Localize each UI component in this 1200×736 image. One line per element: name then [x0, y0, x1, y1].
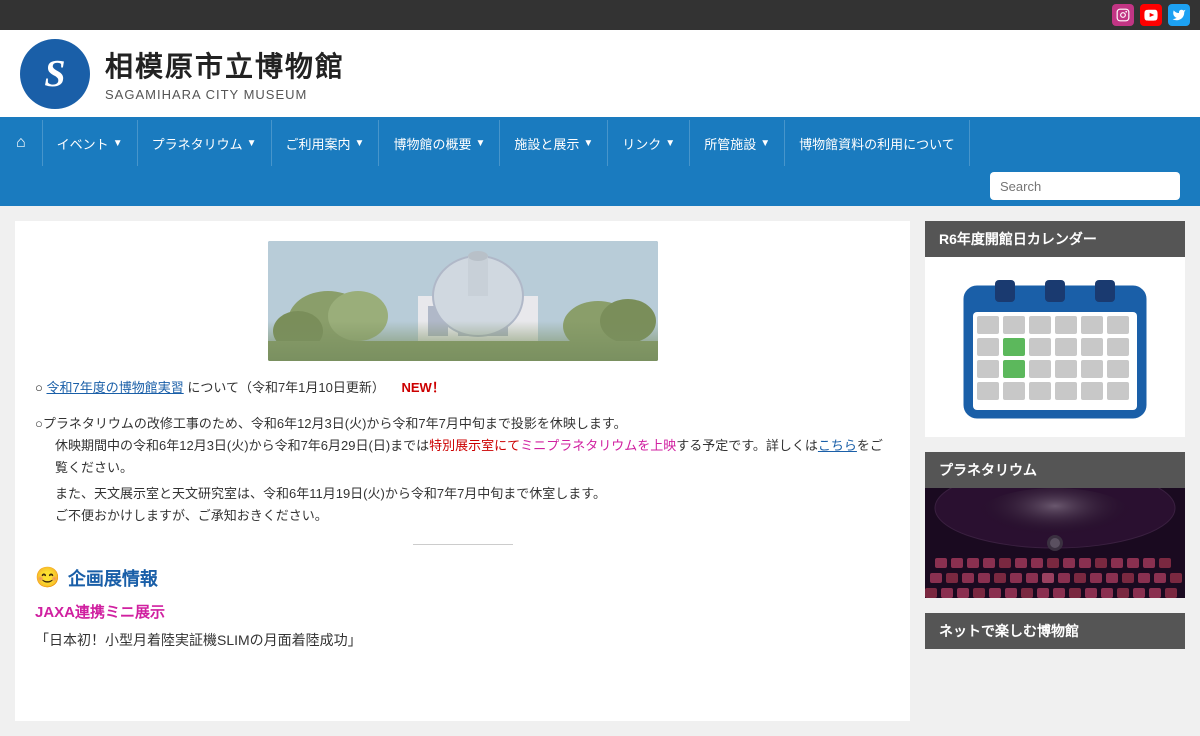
section-title-exhibitions: 😊 企画展情報	[35, 565, 890, 591]
top-bar	[0, 0, 1200, 30]
search-input[interactable]	[990, 172, 1180, 200]
site-header: S 相模原市立博物館 SAGAMIHARA CITY MUSEUM	[0, 30, 1200, 120]
nav-facilities[interactable]: 施設と展示 ▼	[500, 120, 608, 166]
main-nav: ⌂ イベント ▼ プラネタリウム ▼ ご利用案内 ▼ 博物館の概要 ▼ 施設と展…	[0, 120, 1200, 166]
content-area: ○ 令和7年度の博物館実習 について（令和7年1月10日更新） NEW！ ○プラ…	[15, 221, 910, 721]
net-section-header: ネットで楽しむ博物館	[925, 613, 1185, 649]
site-title: 相模原市立博物館	[105, 45, 345, 85]
nav-links[interactable]: リンク ▼	[608, 120, 690, 166]
divider	[413, 544, 513, 545]
news-link-1[interactable]: 令和7年度の博物館実習	[46, 380, 183, 395]
chevron-down-icon: ▼	[583, 138, 593, 149]
exhibit-title[interactable]: JAXA連携ミニ展示	[35, 601, 890, 622]
logo-letter: S	[44, 52, 65, 96]
planetarium-image[interactable]	[925, 488, 1185, 598]
logo-text: 相模原市立博物館 SAGAMIHARA CITY MUSEUM	[105, 45, 345, 102]
instagram-icon[interactable]	[1112, 4, 1134, 26]
logo-image: S	[20, 39, 90, 109]
planetarium-header: プラネタリウム	[925, 452, 1185, 488]
news-item-2: ○プラネタリウムの改修工事のため、令和6年12月3日(火)から令和7年7月中旬ま…	[35, 413, 890, 527]
twitter-icon[interactable]	[1168, 4, 1190, 26]
chevron-down-icon: ▼	[247, 138, 257, 149]
chevron-down-icon: ▼	[113, 138, 123, 149]
nav-about[interactable]: 博物館の概要 ▼	[379, 120, 500, 166]
details-link[interactable]: こちら	[818, 438, 857, 453]
nav-home[interactable]: ⌂	[0, 120, 43, 166]
sidebar: R6年度開館日カレンダー	[925, 221, 1185, 664]
planetarium-svg	[925, 488, 1185, 598]
nav-materials[interactable]: 博物館資料の利用について	[785, 120, 970, 166]
chevron-down-icon: ▼	[760, 138, 770, 149]
section-label: 企画展情報	[68, 565, 158, 591]
chevron-down-icon: ▼	[475, 138, 485, 149]
chevron-down-icon: ▼	[355, 138, 365, 149]
calendar-widget[interactable]	[925, 257, 1185, 437]
chevron-down-icon: ▼	[665, 138, 675, 149]
calendar-section: R6年度開館日カレンダー	[925, 221, 1185, 437]
calendar-header: R6年度開館日カレンダー	[925, 221, 1185, 257]
nav-managed[interactable]: 所管施設 ▼	[690, 120, 785, 166]
exhibit-subtitle[interactable]: 「日本初！小型月着陸実証機SLIMの月面着陸成功」	[35, 630, 890, 650]
nav-access[interactable]: ご利用案内 ▼	[272, 120, 380, 166]
planetarium-section: プラネタリウム	[925, 452, 1185, 598]
calendar-svg	[955, 272, 1155, 422]
net-section: ネットで楽しむ博物館	[925, 613, 1185, 649]
hero-image	[268, 241, 658, 361]
hero-svg	[268, 241, 658, 361]
nav-events[interactable]: イベント ▼	[43, 120, 138, 166]
search-bar	[0, 166, 1200, 206]
youtube-icon[interactable]	[1140, 4, 1162, 26]
main-layout: ○ 令和7年度の博物館実習 について（令和7年1月10日更新） NEW！ ○プラ…	[0, 206, 1200, 736]
site-subtitle: SAGAMIHARA CITY MUSEUM	[105, 87, 345, 102]
news-item-1: ○ 令和7年度の博物館実習 について（令和7年1月10日更新） NEW！	[35, 377, 890, 399]
smile-icon: 😊	[35, 565, 60, 590]
nav-planetarium[interactable]: プラネタリウム ▼	[138, 120, 272, 166]
